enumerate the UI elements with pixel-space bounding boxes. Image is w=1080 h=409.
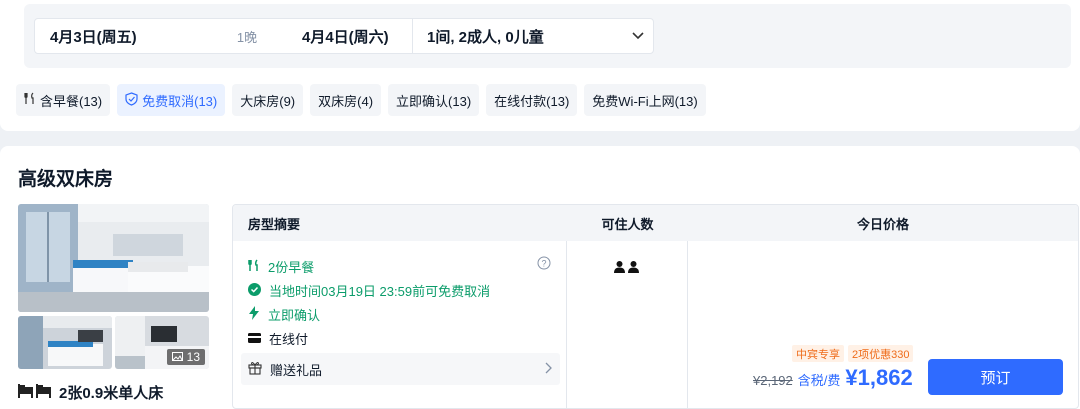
search-panel: 4月3日(周五) 1晚 4月4日(周六) 1间, 2成人, 0儿童 含早餐(13… [0,0,1080,131]
gift-text: 赠送礼品 [270,362,323,378]
room-card: 高级双床房 13 2张0.9米单人床 房型摘要 可住人数 今日价格 2份早餐 ?… [0,146,1080,409]
original-price: ¥2,192 [753,373,793,388]
price-cell: 中宾专享 2项优惠330 ¥2,192 含税/费 ¥1,862 预订 [688,241,1078,408]
payment-feature: 在线付 [248,329,308,348]
photo-count-badge: 13 [166,349,205,365]
room-photo-thumb[interactable] [18,316,112,369]
room-photo-main[interactable] [18,204,209,312]
tax-label: 含税/费 [797,373,841,388]
card-icon [248,331,261,346]
search-bar: 4月3日(周五) 1晚 4月4日(周六) 1间, 2成人, 0儿童 [24,4,1071,68]
check-circle-icon [248,282,261,299]
checkout-date[interactable]: 4月4日(周六) [302,26,412,47]
header-price: 今日价格 [856,216,909,232]
promo-badge: 中宾专享 [792,345,844,362]
filter-online-pay[interactable]: 在线付款(13) [486,84,578,116]
price-line: ¥2,192 含税/费 ¥1,862 [753,365,913,391]
bed-icon [18,383,52,402]
svg-text:?: ? [541,259,546,269]
current-price: ¥1,862 [845,365,913,390]
header-room-summary: 房型摘要 [248,216,301,232]
breakfast-feature: 2份早餐 [248,257,314,276]
help-icon[interactable]: ? [537,256,551,275]
filter-free-cancel[interactable]: 免费取消(13) [117,84,226,116]
room-photo-thumb[interactable]: 13 [115,316,209,369]
book-button[interactable]: 预订 [928,359,1063,395]
filter-label: 双床房(4) [318,93,374,109]
breakfast-text: 2份早餐 [268,260,315,275]
filter-twin-bed[interactable]: 双床房(4) [310,84,382,116]
confirm-text: 立即确认 [268,308,321,323]
filter-label: 免费Wi-Fi上网(13) [592,93,698,109]
guests-selector[interactable]: 1间, 2成人, 0儿童 [413,26,623,47]
chevron-down-icon[interactable] [623,32,653,40]
image-icon [171,350,183,364]
lightning-icon [248,306,260,323]
fork-knife-icon [24,92,36,108]
shield-check-icon [125,91,138,109]
bed-label: 2张0.9米单人床 [59,385,164,402]
rate-row: 2份早餐 ? 当地时间03月19日 23:59前可免费取消 立即确认 在线付 赠… [233,241,1078,408]
filter-label: 免费取消(13) [142,93,218,109]
gift-icon [248,361,262,378]
header-occupancy: 可住人数 [601,216,654,232]
gift-row[interactable]: 赠送礼品 [241,353,560,385]
checkin-date[interactable]: 4月3日(周五) [35,26,192,47]
nights-count: 1晚 [236,29,258,45]
room-summary-cell: 2份早餐 ? 当地时间03月19日 23:59前可免费取消 立即确认 在线付 赠… [233,241,567,408]
cancel-feature: 当地时间03月19日 23:59前可免费取消 [248,281,490,300]
fork-knife-icon [248,258,260,275]
filter-free-wifi[interactable]: 免费Wi-Fi上网(13) [584,84,706,116]
promo-badges: 中宾专享 2项优惠330 [792,345,914,362]
occupancy-cell [567,241,688,408]
filter-breakfast[interactable]: 含早餐(13) [16,84,111,116]
filter-label: 立即确认(13) [396,93,472,109]
filter-instant-confirm[interactable]: 立即确认(13) [388,84,480,116]
payment-text: 在线付 [269,332,309,347]
rate-table-header: 房型摘要 可住人数 今日价格 [233,205,1078,241]
two-person-icon [614,261,639,273]
filter-label: 含早餐(13) [40,93,103,109]
search-fields[interactable]: 4月3日(周五) 1晚 4月4日(周六) 1间, 2成人, 0儿童 [34,18,654,54]
rate-table: 房型摘要 可住人数 今日价格 2份早餐 ? 当地时间03月19日 23:59前可… [232,204,1079,409]
discount-badge[interactable]: 2项优惠330 [848,345,914,362]
room-title: 高级双床房 [18,169,114,190]
photo-count: 13 [186,350,200,364]
cancel-text: 当地时间03月19日 23:59前可免费取消 [269,284,491,299]
filter-label: 大床房(9) [240,93,296,109]
bed-info: 2张0.9米单人床 [18,382,163,403]
chevron-right-icon [545,362,552,377]
filter-chips: 含早餐(13) 免费取消(13) 大床房(9) 双床房(4) 立即确认(13) … [16,84,706,116]
confirm-feature: 立即确认 [248,305,320,324]
filter-label: 在线付款(13) [494,93,570,109]
filter-king-bed[interactable]: 大床房(9) [232,84,304,116]
